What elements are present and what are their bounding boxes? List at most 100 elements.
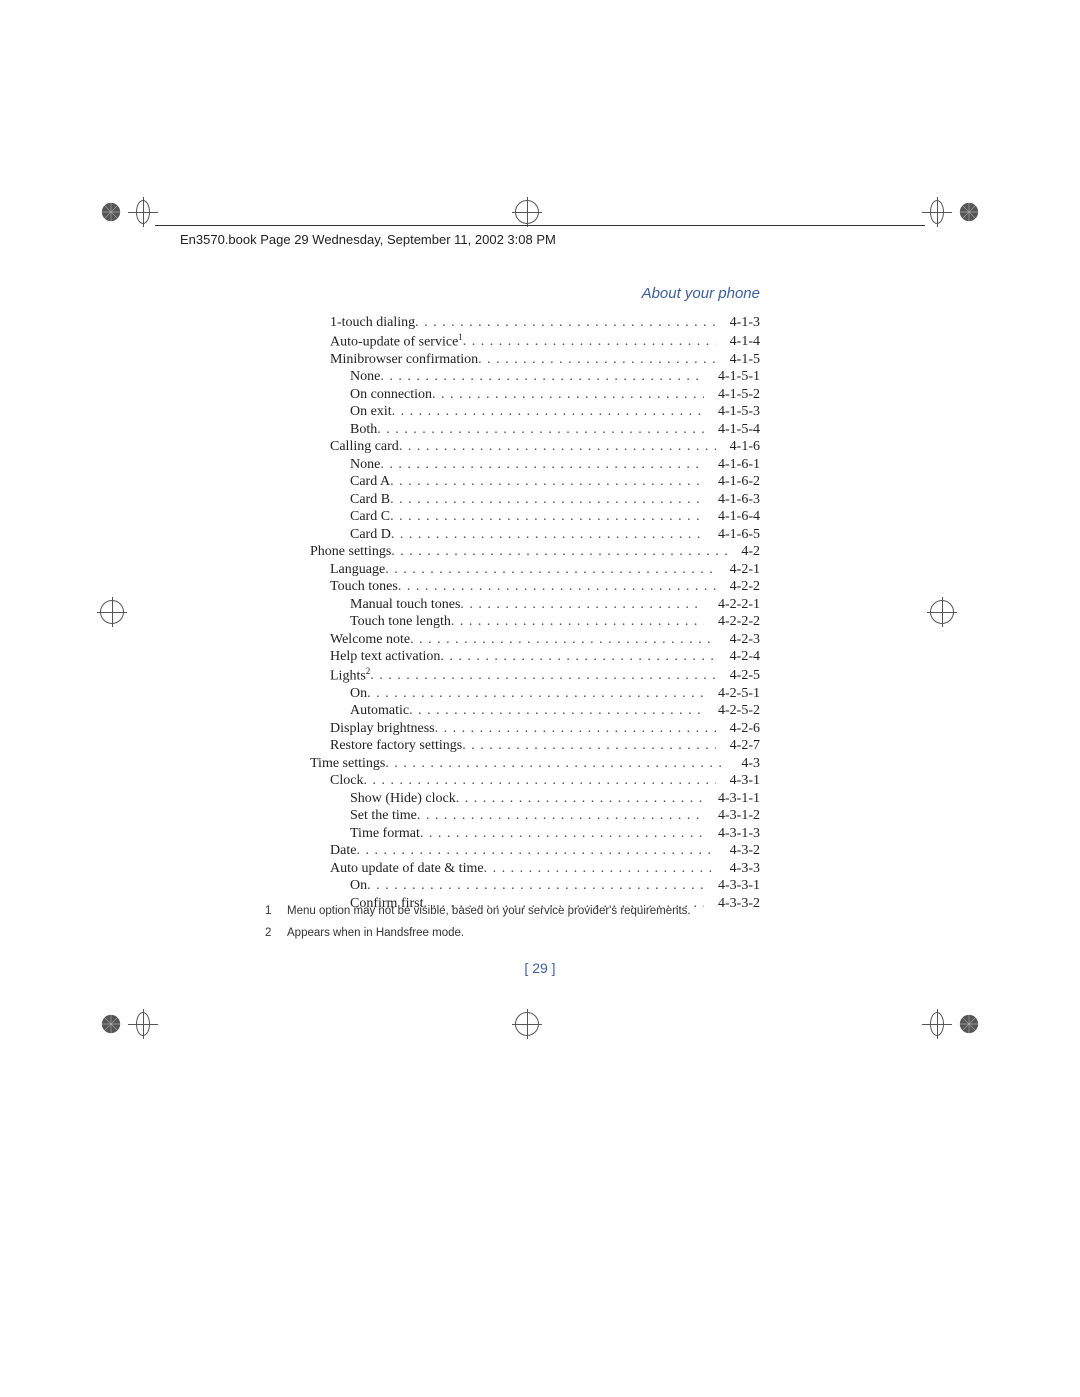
toc-leader-dots	[478, 351, 716, 369]
toc-label: Time settings	[310, 755, 385, 773]
toc-entry: Welcome note 4-2-3	[265, 631, 760, 649]
toc-label: Auto update of date & time	[330, 860, 484, 878]
toc-number: 4-3-1-3	[704, 825, 760, 843]
toc-leader-dots	[451, 613, 704, 631]
toc-entry: Minibrowser confirmation4-1-5	[265, 351, 760, 369]
toc-label: Manual touch tones	[350, 596, 460, 614]
toc-entry: Restore factory settings 4-2-7	[265, 737, 760, 755]
toc-number: 4-1-6	[716, 438, 760, 456]
toc-entry: On4-2-5-1	[265, 685, 760, 703]
toc-leader-dots	[409, 702, 704, 720]
toc-label: Phone settings	[310, 543, 391, 561]
toc-number: 4-1-3	[716, 314, 760, 332]
toc-number: 4-2-3	[716, 631, 760, 649]
toc-leader-dots	[391, 543, 727, 561]
toc-leader-dots	[440, 648, 715, 666]
toc-label: Card D	[350, 526, 391, 544]
toc-label: Both	[350, 421, 377, 439]
toc-entry: Date 4-3-2	[265, 842, 760, 860]
toc-leader-dots	[391, 526, 704, 544]
toc-number: 4-1-4	[716, 333, 760, 351]
toc-entry: Touch tones4-2-2	[265, 578, 760, 596]
toc-entry: Card C4-1-6-4	[265, 508, 760, 526]
toc-label: Set the time	[350, 807, 417, 825]
toc-entry: Set the time 4-3-1-2	[265, 807, 760, 825]
toc-label: Display brightness	[330, 720, 435, 738]
toc-leader-dots	[435, 720, 716, 738]
toc-label: Date	[330, 842, 356, 860]
toc-label: Card B	[350, 491, 390, 509]
toc-leader-dots	[399, 438, 716, 456]
toc-number: 4-1-5	[716, 351, 760, 369]
toc-label: Restore factory settings	[330, 737, 462, 755]
toc-leader-dots	[356, 842, 715, 860]
toc-entry: Help text activation4-2-4	[265, 648, 760, 666]
toc-entry: None4-1-6-1	[265, 456, 760, 474]
toc-entry: Automatic4-2-5-2	[265, 702, 760, 720]
toc-entry: Display brightness 4-2-6	[265, 720, 760, 738]
footnote-number: 1	[265, 905, 277, 917]
toc-leader-dots	[390, 491, 704, 509]
toc-entry: Auto-update of service1 4-1-4	[265, 332, 760, 351]
toc-leader-dots	[385, 561, 715, 579]
toc-entry: Card D 4-1-6-5	[265, 526, 760, 544]
footnotes: 1Menu option may not be visible, based o…	[265, 905, 760, 949]
page-number: [ 29 ]	[0, 960, 1080, 976]
toc-number: 4-3	[727, 755, 760, 773]
toc-number: 4-3-1	[716, 772, 760, 790]
toc-number: 4-1-6-5	[704, 526, 760, 544]
toc-entry: On connection4-1-5-2	[265, 386, 760, 404]
toc-label: On exit	[350, 403, 392, 421]
toc-number: 4-2-4	[716, 648, 760, 666]
crop-mark-icon	[930, 1012, 980, 1062]
toc-number: 4-1-6-2	[704, 473, 760, 491]
toc-leader-dots	[380, 368, 704, 386]
toc-number: 4-1-6-1	[704, 456, 760, 474]
toc-list: 1-touch dialing4-1-3Auto-update of servi…	[265, 314, 760, 912]
toc-leader-dots	[484, 860, 716, 878]
section-title: About your phone	[265, 285, 760, 302]
toc-leader-dots	[363, 772, 715, 790]
toc-leader-dots	[420, 825, 704, 843]
toc-entry: Phone settings 4-2	[265, 543, 760, 561]
toc-number: 4-2-2	[716, 578, 760, 596]
toc-leader-dots	[377, 421, 704, 439]
toc-number: 4-3-1-1	[704, 790, 760, 808]
crop-mark-icon	[100, 1012, 150, 1062]
toc-leader-dots	[370, 667, 715, 685]
toc-leader-dots	[415, 314, 716, 332]
toc-label: Welcome note	[330, 631, 410, 649]
toc-entry: 1-touch dialing4-1-3	[265, 314, 760, 332]
toc-entry: Card B4-1-6-3	[265, 491, 760, 509]
toc-number: 4-1-6-4	[704, 508, 760, 526]
toc-number: 4-2	[727, 543, 760, 561]
toc-number: 4-2-5	[716, 667, 760, 685]
toc-leader-dots	[462, 737, 715, 755]
toc-number: 4-2-6	[716, 720, 760, 738]
toc-entry: Calling card4-1-6	[265, 438, 760, 456]
toc-entry: On4-3-3-1	[265, 877, 760, 895]
toc-number: 4-1-5-3	[704, 403, 760, 421]
toc-label: Language	[330, 561, 385, 579]
crop-mark-icon	[100, 200, 150, 250]
toc-entry: Time format4-3-1-3	[265, 825, 760, 843]
toc-entry: Manual touch tones 4-2-2-1	[265, 596, 760, 614]
footnote-text: Appears when in Handsfree mode.	[287, 927, 464, 939]
toc-entry: None4-1-5-1	[265, 368, 760, 386]
toc-number: 4-2-2-1	[704, 596, 760, 614]
toc-entry: Clock 4-3-1	[265, 772, 760, 790]
toc-number: 4-3-2	[716, 842, 760, 860]
toc-label: Clock	[330, 772, 363, 790]
toc-entry: Auto update of date & time4-3-3	[265, 860, 760, 878]
toc-number: 4-3-1-2	[704, 807, 760, 825]
footnote: 1Menu option may not be visible, based o…	[265, 905, 760, 917]
toc-entry: Both4-1-5-4	[265, 421, 760, 439]
toc-label: Auto-update of service1	[330, 332, 463, 351]
toc-number: 4-2-5-2	[704, 702, 760, 720]
crop-mark-icon	[515, 1012, 565, 1062]
toc-entry: On exit 4-1-5-3	[265, 403, 760, 421]
toc-number: 4-2-7	[716, 737, 760, 755]
toc-leader-dots	[390, 473, 704, 491]
toc-entry: Language4-2-1	[265, 561, 760, 579]
toc-label: Touch tone length	[350, 613, 451, 631]
